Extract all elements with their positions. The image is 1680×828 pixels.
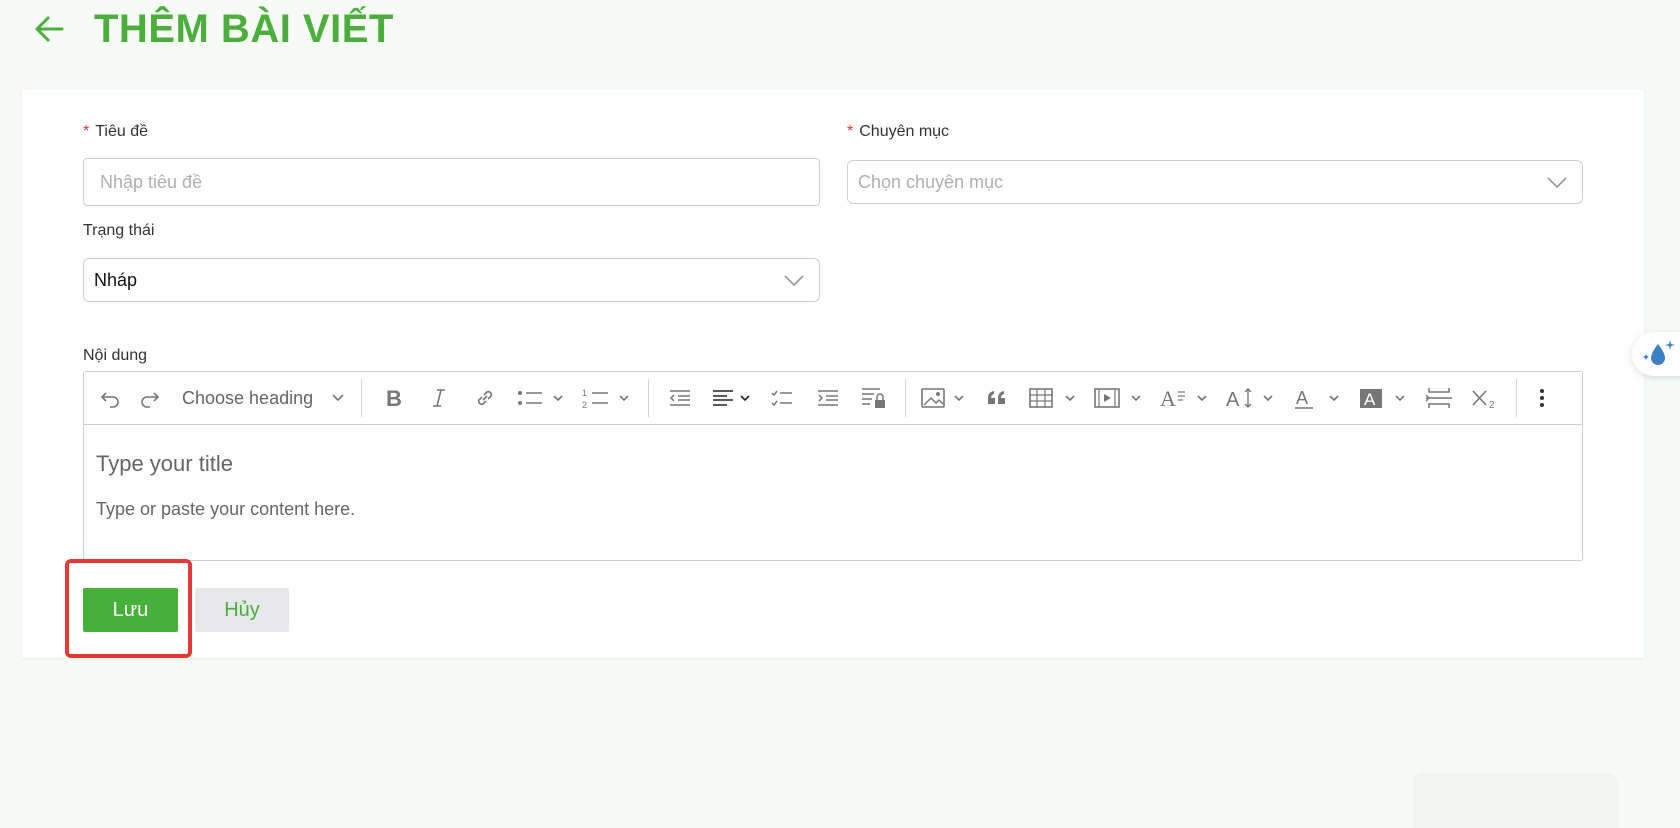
bulleted-list-button[interactable] bbox=[508, 378, 574, 418]
content-label: Nội dung bbox=[83, 347, 148, 364]
subscript-button[interactable]: 2 bbox=[1462, 378, 1508, 418]
numbered-list-icon: 12 bbox=[582, 388, 629, 410]
insert-table-button[interactable] bbox=[1020, 378, 1086, 418]
undo-button[interactable] bbox=[90, 378, 130, 418]
insert-media-button[interactable] bbox=[1086, 378, 1152, 418]
svg-text:1: 1 bbox=[582, 388, 587, 398]
redo-icon bbox=[141, 392, 160, 408]
category-label: * Chuyên mục bbox=[847, 123, 950, 140]
svg-text:2: 2 bbox=[582, 400, 587, 410]
indent-icon bbox=[818, 390, 839, 406]
heading-dropdown-label: Choose heading bbox=[182, 387, 314, 408]
editor-title-placeholder: Type your title bbox=[96, 451, 233, 476]
svg-text:2: 2 bbox=[1489, 400, 1495, 410]
font-background-color-button[interactable]: A bbox=[1350, 378, 1416, 418]
editor-content-area[interactable]: Type your title Type or paste your conte… bbox=[84, 425, 1582, 546]
toolbar-separator bbox=[905, 379, 907, 417]
title-input[interactable] bbox=[83, 158, 820, 206]
sparkle-drop-icon bbox=[1643, 340, 1675, 365]
bulleted-list-icon bbox=[518, 391, 563, 405]
media-icon bbox=[1094, 388, 1141, 408]
toolbar-separator bbox=[648, 379, 650, 417]
editor-content-placeholder: Type or paste your content here. bbox=[96, 499, 356, 519]
outdent-icon bbox=[670, 390, 691, 406]
svg-text:B: B bbox=[386, 386, 402, 410]
page-break-icon bbox=[1425, 388, 1453, 408]
rich-text-editor: Choose heading B 12 A A A A 2 Type your … bbox=[83, 371, 1583, 561]
restricted-editing-button[interactable] bbox=[851, 378, 897, 418]
floating-assistant-button[interactable] bbox=[1632, 332, 1680, 376]
svg-text:A: A bbox=[1364, 390, 1376, 409]
insert-image-button[interactable] bbox=[914, 378, 974, 418]
chevron-down-icon bbox=[1547, 177, 1567, 189]
font-size-button[interactable]: A bbox=[1218, 378, 1284, 418]
undo-icon bbox=[100, 392, 119, 408]
chevron-down-icon bbox=[332, 394, 344, 402]
svg-text:A: A bbox=[1226, 389, 1240, 410]
svg-text:A: A bbox=[1160, 386, 1176, 410]
page-title: THÊM BÀI VIẾT bbox=[94, 6, 394, 51]
align-left-icon bbox=[713, 390, 750, 406]
required-mark: * bbox=[83, 123, 90, 140]
italic-button[interactable] bbox=[416, 378, 462, 418]
toolbar-separator bbox=[1516, 379, 1518, 417]
cancel-button[interactable]: Hủy bbox=[195, 588, 289, 632]
background-widget bbox=[1413, 773, 1618, 828]
required-mark: * bbox=[847, 123, 854, 140]
more-vertical-icon bbox=[1540, 389, 1545, 407]
todo-list-button[interactable] bbox=[759, 378, 805, 418]
bold-button[interactable]: B bbox=[370, 378, 416, 418]
font-size-icon: A bbox=[1226, 388, 1273, 410]
redo-button[interactable] bbox=[130, 378, 170, 418]
more-options-button[interactable] bbox=[1525, 378, 1559, 418]
page-break-button[interactable] bbox=[1416, 378, 1462, 418]
save-button[interactable]: Lưu bbox=[83, 588, 178, 632]
link-button[interactable] bbox=[462, 378, 508, 418]
outdent-button[interactable] bbox=[657, 378, 703, 418]
numbered-list-button[interactable]: 12 bbox=[574, 378, 640, 418]
font-background-color-icon: A bbox=[1360, 389, 1405, 409]
font-color-button[interactable]: A bbox=[1284, 378, 1350, 418]
chevron-down-icon bbox=[784, 275, 804, 287]
status-label: Trạng thái bbox=[83, 222, 155, 239]
italic-icon bbox=[433, 389, 446, 407]
subscript-icon: 2 bbox=[1472, 390, 1495, 410]
arrow-left-icon bbox=[35, 16, 64, 42]
indent-button[interactable] bbox=[805, 378, 851, 418]
category-placeholder: Chọn chuyên mục bbox=[858, 171, 1004, 192]
image-icon bbox=[921, 388, 964, 408]
status-select[interactable]: Nháp bbox=[83, 258, 820, 302]
editor-toolbar: Choose heading B 12 A A A A 2 bbox=[84, 372, 1582, 425]
heading-dropdown[interactable]: Choose heading bbox=[170, 378, 353, 418]
title-label: * Tiêu đề bbox=[83, 123, 149, 140]
font-color-icon: A bbox=[1295, 388, 1339, 409]
table-icon bbox=[1029, 388, 1075, 408]
link-icon bbox=[478, 390, 493, 406]
todo-list-icon bbox=[771, 390, 793, 407]
text-align-button[interactable] bbox=[703, 378, 759, 418]
svg-text:A: A bbox=[1296, 388, 1308, 408]
toolbar-separator bbox=[361, 379, 363, 417]
status-value: Nháp bbox=[94, 269, 138, 290]
block-quote-button[interactable] bbox=[974, 378, 1020, 418]
quote-icon bbox=[988, 391, 1006, 404]
form-card: *Tiêu đề *Chuyên mục Chọn chuyên mục Trạ… bbox=[22, 90, 1644, 658]
font-family-button[interactable]: A bbox=[1152, 378, 1218, 418]
category-select[interactable]: Chọn chuyên mục bbox=[847, 160, 1583, 204]
back-button[interactable] bbox=[30, 9, 70, 49]
page-header: THÊM BÀI VIẾT bbox=[30, 4, 394, 54]
font-family-icon: A bbox=[1160, 386, 1207, 410]
bold-icon: B bbox=[386, 386, 402, 410]
lock-icon bbox=[862, 388, 886, 408]
